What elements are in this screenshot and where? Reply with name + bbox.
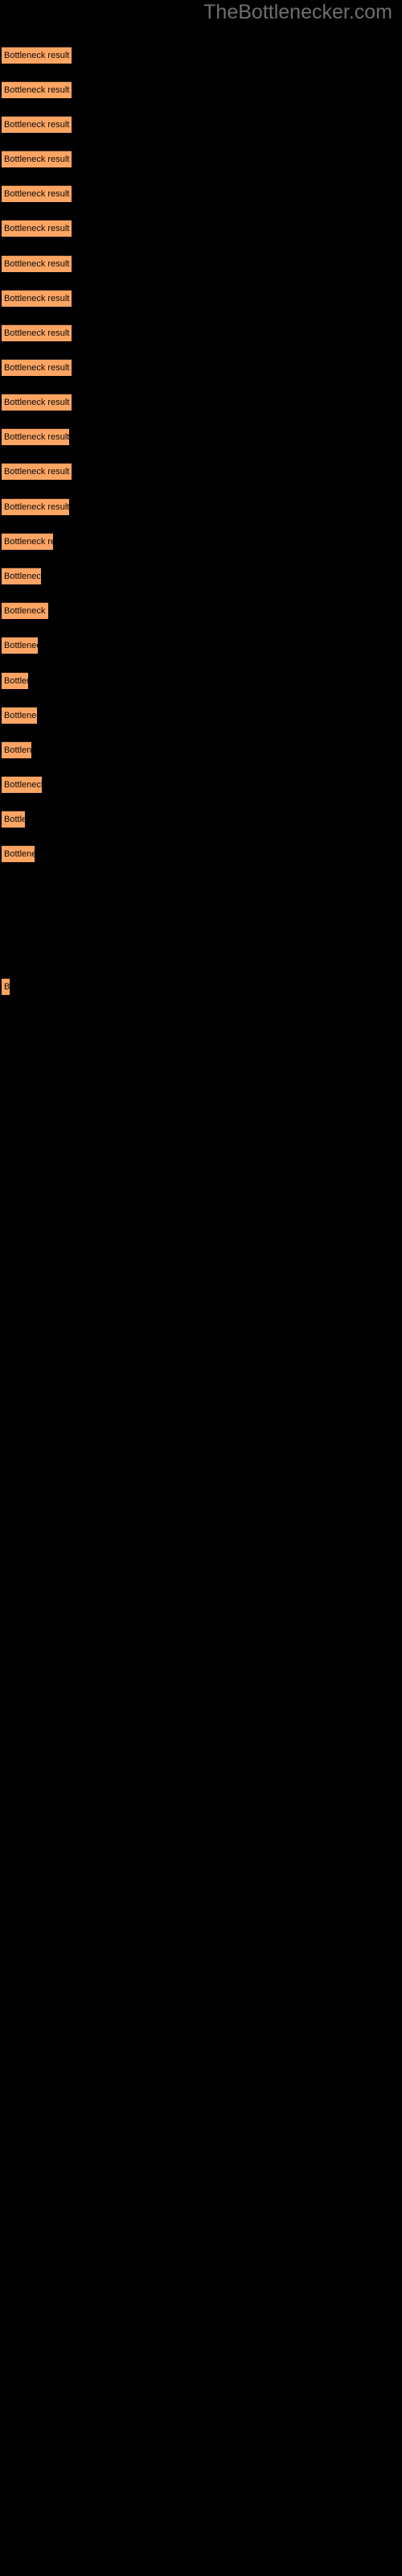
- bottleneck-result-bar[interactable]: Bottleneck result: [2, 498, 69, 515]
- bar-label: Bottleneck result: [4, 155, 70, 164]
- bar-label: Bottleneck result: [4, 85, 70, 95]
- bar-label: Bottleneck result: [4, 189, 70, 199]
- bar-label: Bottleneck result: [4, 363, 70, 373]
- bottleneck-result-bar[interactable]: Bottleneck result: [2, 359, 72, 376]
- bottleneck-result-bar[interactable]: Bottleneck result: [2, 845, 35, 862]
- bar-label: Bottleneck result: [4, 641, 38, 650]
- bar-label: Bottleneck result: [4, 606, 48, 616]
- bottleneck-result-bar[interactable]: Bottleneck result: [2, 978, 10, 995]
- bar-label: Bottleneck result: [4, 467, 70, 477]
- bottleneck-result-bar[interactable]: Bottleneck result: [2, 741, 31, 758]
- bottleneck-result-bar[interactable]: Bottleneck result: [2, 220, 72, 237]
- bar-label: Bottleneck result: [4, 815, 25, 824]
- bar-label: Bottleneck result: [4, 224, 70, 233]
- bottleneck-result-bar[interactable]: Bottleneck result: [2, 324, 72, 341]
- bar-label: Bottleneck result: [4, 328, 70, 338]
- bottleneck-result-bar[interactable]: Bottleneck result: [2, 116, 72, 133]
- bottleneck-bar-chart: Bottleneck result Bottleneck result Bottle…: [0, 0, 402, 2576]
- bar-label: Bottleneck result: [4, 259, 70, 269]
- bar-label: Bottleneck result: [4, 849, 35, 859]
- bottleneck-result-bar[interactable]: Bottleneck result: [2, 776, 42, 793]
- bottleneck-result-bar[interactable]: Bottleneck result: [2, 637, 38, 654]
- bottleneck-result-bar[interactable]: Bottleneck result: [2, 151, 72, 167]
- bottleneck-result-bar[interactable]: Bottleneck result: [2, 394, 72, 411]
- bottleneck-result-bar[interactable]: Bottleneck result: [2, 428, 69, 445]
- bar-label: Bottleneck result: [4, 780, 42, 790]
- bar-label: Bottleneck result: [4, 432, 69, 442]
- bottleneck-result-bar[interactable]: Bottleneck result: [2, 463, 72, 480]
- bar-label: Bottleneck result: [4, 711, 37, 720]
- bottleneck-result-bar[interactable]: Bottleneck result: [2, 568, 41, 584]
- bottleneck-result-bar[interactable]: Bottleneck result: [2, 811, 25, 828]
- bar-label: Bottleneck result: [4, 676, 28, 686]
- bar-label: Bottleneck result: [4, 537, 53, 547]
- bar-label: Bottleneck result: [4, 982, 10, 992]
- bottleneck-result-bar[interactable]: Bottleneck result: [2, 47, 72, 64]
- bar-label: Bottleneck result: [4, 398, 70, 407]
- bar-label: Bottleneck result: [4, 51, 70, 60]
- bar-label: Bottleneck result: [4, 294, 70, 303]
- bottleneck-result-bar[interactable]: Bottleneck result: [2, 707, 37, 724]
- bottleneck-result-bar[interactable]: Bottleneck result: [2, 185, 72, 202]
- bottleneck-result-bar[interactable]: Bottleneck result: [2, 81, 72, 98]
- bar-label: Bottleneck result: [4, 502, 69, 512]
- bottleneck-result-bar[interactable]: Bottleneck result: [2, 672, 28, 689]
- bar-label: Bottleneck result: [4, 572, 41, 581]
- bottleneck-result-bar[interactable]: Bottleneck result: [2, 290, 72, 307]
- bottleneck-result-bar[interactable]: Bottleneck result: [2, 602, 48, 619]
- bottleneck-result-bar[interactable]: Bottleneck result: [2, 255, 72, 272]
- bottleneck-result-bar[interactable]: Bottleneck result: [2, 533, 53, 550]
- bar-label: Bottleneck result: [4, 745, 31, 755]
- bar-label: Bottleneck result: [4, 120, 70, 130]
